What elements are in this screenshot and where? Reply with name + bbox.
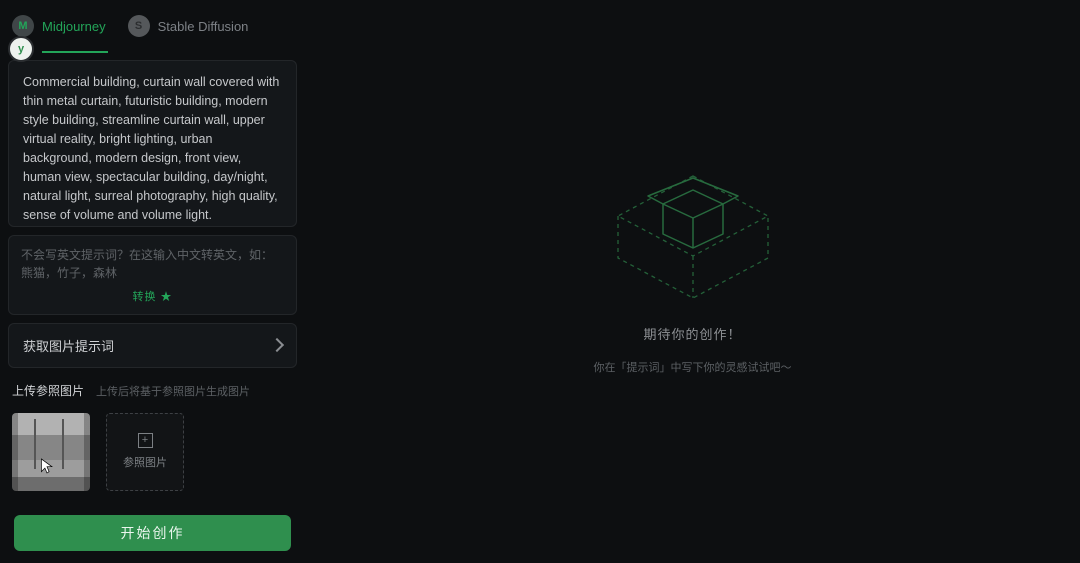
empty-box-icon bbox=[588, 158, 798, 308]
panel-body: Commercial building, curtain wall covere… bbox=[0, 52, 305, 563]
translate-input[interactable]: 不会写英文提示词？在这输入中文转英文，如：熊猫，竹子，森林 bbox=[21, 246, 284, 282]
reference-thumbnail[interactable] bbox=[12, 413, 90, 491]
upload-title: 上传参照图片 bbox=[12, 382, 84, 399]
canvas-pane: 期待你的创作！ 你在「提示词」中写下你的灵感试试吧～ bbox=[305, 0, 1080, 563]
tab-midjourney-label: Midjourney bbox=[42, 19, 106, 34]
plus-icon: + bbox=[138, 433, 153, 448]
midjourney-icon: M bbox=[12, 15, 34, 37]
cursor-icon bbox=[40, 457, 54, 475]
translate-card: 不会写英文提示词？在这输入中文转英文，如：熊猫，竹子，森林 转换 ★ bbox=[8, 235, 297, 315]
empty-state: 期待你的创作！ 你在「提示词」中写下你的灵感试试吧～ bbox=[588, 158, 798, 375]
start-button[interactable]: 开始创作 bbox=[14, 515, 291, 551]
stable-diffusion-icon: S bbox=[128, 15, 150, 37]
get-image-prompt-button[interactable]: 获取图片提示词 bbox=[8, 323, 297, 368]
tab-sd-label: Stable Diffusion bbox=[158, 19, 249, 34]
get-image-prompt-label: 获取图片提示词 bbox=[23, 336, 114, 355]
left-panel: M Midjourney S Stable Diffusion y Commer… bbox=[0, 0, 305, 563]
tab-stable-diffusion[interactable]: S Stable Diffusion bbox=[128, 0, 249, 52]
upload-hint: 上传后将基于参照图片生成图片 bbox=[96, 383, 250, 399]
prompt-input[interactable]: Commercial building, curtain wall covere… bbox=[8, 60, 297, 227]
empty-title: 期待你的创作！ bbox=[643, 324, 741, 343]
upload-row: + 参照图片 bbox=[8, 407, 297, 499]
model-tabs: M Midjourney S Stable Diffusion bbox=[0, 0, 305, 52]
upload-slot[interactable]: + 参照图片 bbox=[106, 413, 184, 491]
chevron-right-icon bbox=[270, 338, 284, 352]
empty-subtitle: 你在「提示词」中写下你的灵感试试吧～ bbox=[594, 359, 792, 375]
translate-button[interactable]: 转换 ★ bbox=[21, 282, 284, 304]
upload-slot-label: 参照图片 bbox=[123, 454, 167, 470]
avatar[interactable]: y bbox=[8, 36, 34, 62]
upload-header: 上传参照图片 上传后将基于参照图片生成图片 bbox=[8, 376, 297, 399]
